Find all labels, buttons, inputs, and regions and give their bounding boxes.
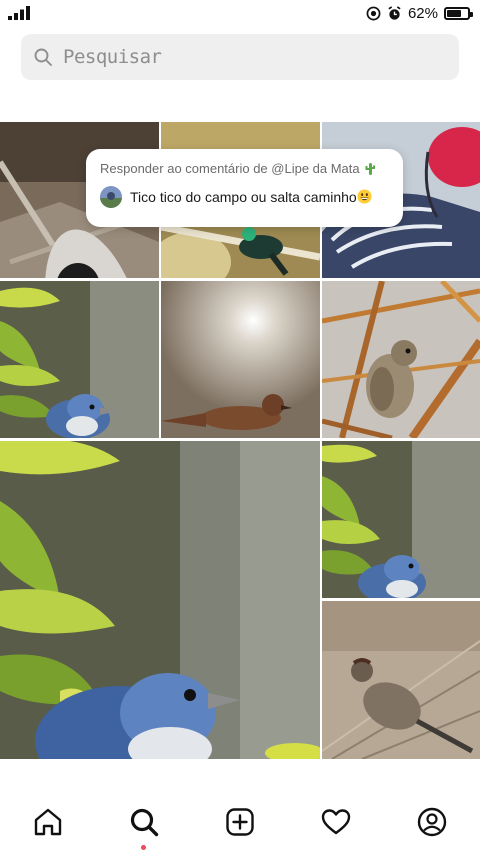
heart-icon — [321, 809, 351, 835]
brown-bird-in-grass-photo — [322, 601, 480, 759]
grid-tile-brown-bird-floor[interactable] — [161, 281, 320, 438]
alarm-icon — [388, 5, 401, 20]
grid-tile-blue-bird-large[interactable] — [0, 441, 320, 759]
grid-tile-blue-bird[interactable] — [0, 281, 159, 438]
sparrow-in-branches-photo — [322, 281, 480, 438]
grid-tile-blue-bird-small[interactable] — [322, 441, 480, 598]
brown-bird-on-floor-photo — [161, 281, 320, 438]
bottom-navigation — [0, 762, 480, 854]
battery-percent: 62% — [407, 4, 438, 22]
blue-bird-large-photo — [0, 441, 320, 759]
comment-reply-header: Responder ao comentário de @Lipe da Mata — [100, 161, 389, 176]
search-bar[interactable] — [21, 34, 459, 80]
cactus-icon — [365, 162, 375, 175]
reply-header-text: Responder ao comentário de @Lipe da Mata — [100, 161, 360, 176]
nav-search-button[interactable] — [128, 806, 160, 838]
nav-activity-button[interactable] — [320, 806, 352, 838]
status-bar: 62% — [0, 0, 480, 26]
nav-create-button[interactable] — [224, 806, 256, 838]
nav-home-button[interactable] — [32, 806, 64, 838]
search-icon — [130, 808, 159, 837]
blue-bird-leaves-photo — [0, 281, 159, 438]
battery-level-fill — [447, 9, 461, 17]
status-indicators: 62% — [366, 4, 473, 22]
avatar[interactable] — [100, 186, 122, 208]
comment-row[interactable]: Tico tico do campo ou salta caminho — [100, 186, 389, 208]
grid-tile-sparrow-branches[interactable] — [322, 281, 480, 438]
home-icon — [34, 808, 62, 836]
grinning-face-icon — [357, 189, 372, 204]
blue-bird-leaves-photo-small — [322, 441, 480, 598]
nav-profile-button[interactable] — [416, 806, 448, 838]
grid-tile-brown-bird-grass[interactable] — [322, 601, 480, 759]
create-icon — [226, 808, 254, 836]
comment-text: Tico tico do campo ou salta caminho — [130, 189, 372, 205]
comment-text-content: Tico tico do campo ou salta caminho — [130, 189, 357, 205]
profile-icon — [417, 807, 447, 837]
battery-icon — [444, 6, 473, 20]
search-input[interactable] — [63, 46, 443, 68]
signal-icon — [8, 6, 30, 20]
active-tab-indicator-dot — [141, 845, 146, 850]
comment-reply-popup[interactable]: Responder ao comentário de @Lipe da Mata… — [86, 149, 403, 227]
search-icon — [34, 48, 52, 66]
screen-record-icon — [366, 6, 381, 20]
